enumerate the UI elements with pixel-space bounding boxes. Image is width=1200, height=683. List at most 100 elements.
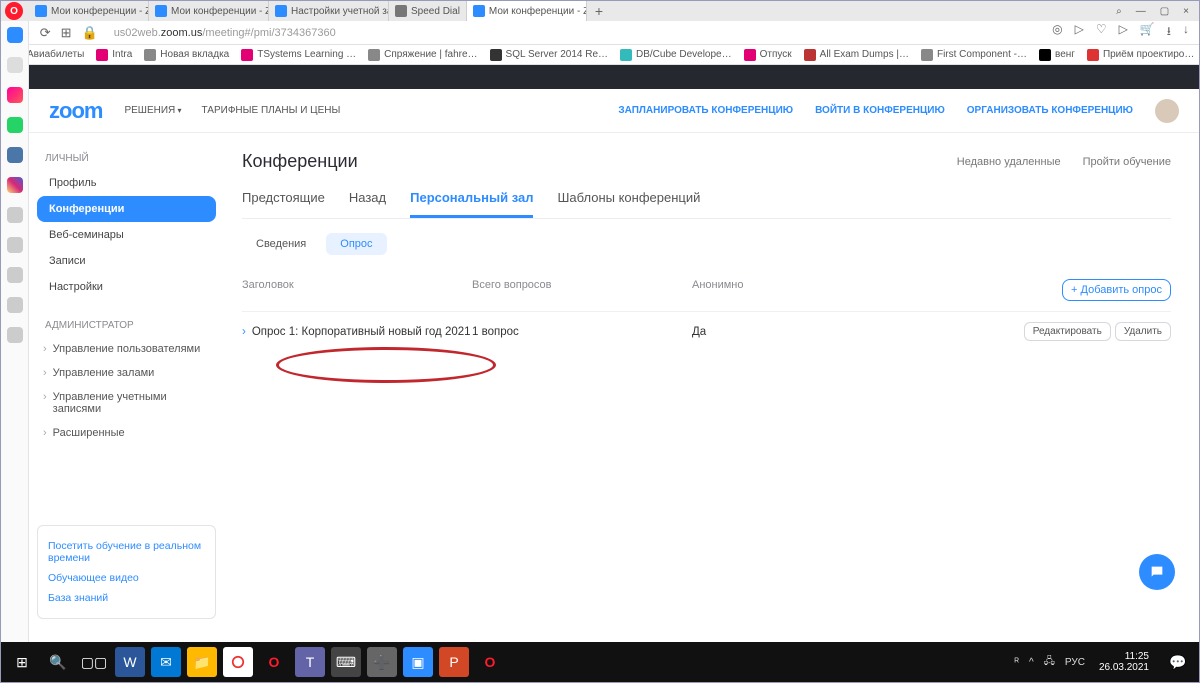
taskbar-app[interactable]: O (259, 647, 289, 677)
taskbar-app[interactable]: ➕ (367, 647, 397, 677)
chevron-up-icon[interactable]: ^ (1029, 657, 1034, 668)
search-icon[interactable]: ⌕ (1116, 6, 1122, 17)
add-poll-button[interactable]: + Добавить опрос (1062, 279, 1171, 301)
taskbar-app[interactable]: 📁 (187, 647, 217, 677)
browser-tab[interactable]: Мои конференции - Zoom× (29, 1, 149, 21)
bookmark[interactable]: Приём проектиро… (1087, 49, 1194, 61)
sidebar-item-settings[interactable]: Настройки (37, 274, 216, 300)
sidebar-admin-rooms[interactable]: Управление залами (37, 361, 216, 385)
cart-icon[interactable]: 🛒 (1140, 22, 1155, 43)
bookmark[interactable]: Отпуск (744, 49, 792, 61)
language-indicator[interactable]: РУС (1065, 657, 1085, 668)
sidebar-icon[interactable] (7, 297, 23, 313)
download-icon[interactable]: ↓ (1183, 22, 1189, 43)
instagram-icon[interactable] (7, 177, 23, 193)
search-button[interactable]: 🔍 (43, 647, 73, 677)
host-meeting-link[interactable]: ОРГАНИЗОВАТЬ КОНФЕРЕНЦИЮ (967, 105, 1133, 116)
join-meeting-link[interactable]: ВОЙТИ В КОНФЕРЕНЦИЮ (815, 105, 945, 116)
grid-icon[interactable]: ⊞ (61, 25, 72, 41)
bookmark[interactable]: Intra (96, 49, 132, 61)
sidebar-item-recordings[interactable]: Записи (37, 248, 216, 274)
bookmark[interactable]: венг (1039, 49, 1075, 61)
close-window-icon[interactable]: × (1183, 6, 1189, 17)
nav-solutions[interactable]: РЕШЕНИЯ (124, 105, 181, 116)
get-training-link[interactable]: Пройти обучение (1083, 156, 1171, 168)
zoom-logo[interactable]: zoom (49, 98, 102, 124)
sidebar-admin-account[interactable]: Управление учетными записями (37, 385, 216, 421)
taskbar-app[interactable]: ⌨ (331, 647, 361, 677)
clock[interactable]: 11:25 26.03.2021 (1091, 651, 1157, 673)
sidebar-icon[interactable] (7, 327, 23, 343)
opera-logo-icon: O (5, 2, 23, 20)
camera-icon[interactable]: ◎ (1052, 22, 1062, 43)
sidebar-admin-advanced[interactable]: Расширенные (37, 421, 216, 445)
subtab-poll[interactable]: Опрос (326, 233, 386, 255)
browser-tab[interactable]: Настройки учетной запи…× (269, 1, 389, 21)
nav-pricing[interactable]: ТАРИФНЫЕ ПЛАНЫ И ЦЕНЫ (202, 105, 341, 116)
maximize-icon[interactable]: ▢ (1160, 6, 1169, 17)
sidebar-icon[interactable] (7, 237, 23, 253)
sidebar-icon[interactable] (7, 207, 23, 223)
sidebar-admin-users[interactable]: Управление пользователями (37, 337, 216, 361)
tab-templates[interactable]: Шаблоны конференций (557, 190, 700, 218)
network-icon[interactable]: 🖧 (1044, 654, 1055, 671)
task-view-button[interactable]: ▢▢ (79, 647, 109, 677)
save-icon[interactable]: ⭳ (1167, 22, 1171, 43)
bookmark[interactable]: SQL Server 2014 Re… (490, 49, 608, 61)
taskbar-app[interactable] (223, 647, 253, 677)
help-fab[interactable] (1139, 554, 1175, 590)
browser-tab-strip: O Мои конференции - Zoom× Мои конференци… (1, 1, 1199, 21)
taskbar-app[interactable]: ▣ (403, 647, 433, 677)
zoom-top-bar (29, 65, 1199, 89)
taskbar-app[interactable]: ✉ (151, 647, 181, 677)
bookmark[interactable]: All Exam Dumps |… (804, 49, 909, 61)
bookmark[interactable]: Спряжение | fahre… (368, 49, 477, 61)
url-field[interactable]: us02web.zoom.us/meeting#/pmi/3734367360 (114, 27, 336, 39)
player-icon[interactable]: ▷ (1119, 22, 1128, 43)
vpn-icon[interactable]: ▷ (1075, 22, 1084, 43)
bookmark[interactable]: Новая вкладка (144, 49, 229, 61)
taskbar-app[interactable]: P (439, 647, 469, 677)
start-button[interactable]: ⊞ (7, 647, 37, 677)
help-link-kb[interactable]: База знаний (48, 588, 205, 608)
delete-poll-button[interactable]: Удалить (1115, 322, 1171, 341)
browser-tab-active[interactable]: Мои конференции - Zoom× (467, 1, 587, 21)
notifications-button[interactable]: 💬 (1163, 647, 1193, 677)
sidebar-item-profile[interactable]: Профиль (37, 170, 216, 196)
edit-poll-button[interactable]: Редактировать (1024, 322, 1111, 341)
sidebar: ЛИЧНЫЙ Профиль Конференции Веб-семинары … (29, 133, 224, 642)
reload-button[interactable]: ⟳ (40, 25, 51, 41)
sidebar-item-webinars[interactable]: Веб-семинары (37, 222, 216, 248)
avatar[interactable] (1155, 99, 1179, 123)
vk-icon[interactable] (7, 147, 23, 163)
recently-deleted-link[interactable]: Недавно удаленные (957, 156, 1061, 168)
browser-tab[interactable]: Мои конференции - Zoom× (149, 1, 269, 21)
bookmark[interactable]: DB/Cube Develope… (620, 49, 732, 61)
taskbar-app[interactable]: T (295, 647, 325, 677)
help-link-training[interactable]: Посетить обучение в реальном времени (48, 536, 205, 568)
minimize-icon[interactable]: — (1136, 6, 1146, 17)
chevron-right-icon[interactable]: › (242, 326, 246, 338)
taskbar-app[interactable]: O (475, 647, 505, 677)
tab-personal-room[interactable]: Персональный зал (410, 190, 533, 218)
heart-icon[interactable]: ♡ (1096, 22, 1107, 43)
bookmark[interactable]: First Component -… (921, 49, 1027, 61)
browser-tab[interactable]: Speed Dial (389, 1, 467, 21)
taskbar-app[interactable]: W (115, 647, 145, 677)
schedule-meeting-link[interactable]: ЗАПЛАНИРОВАТЬ КОНФЕРЕНЦИЮ (618, 105, 793, 116)
sidebar-icon[interactable] (7, 27, 23, 43)
poll-row[interactable]: › Опрос 1: Корпоративный новый год 2021 … (242, 311, 1171, 351)
bookmark[interactable]: TSystems Learning … (241, 49, 356, 61)
sidebar-item-meetings[interactable]: Конференции (37, 196, 216, 222)
sidebar-icon[interactable] (7, 57, 23, 73)
subtab-details[interactable]: Сведения (242, 233, 320, 255)
tab-upcoming[interactable]: Предстоящие (242, 190, 325, 218)
whatsapp-icon[interactable] (7, 117, 23, 133)
new-tab-button[interactable]: + (587, 3, 611, 19)
tray-icon[interactable]: ᴿ (1015, 657, 1020, 668)
system-tray[interactable]: ᴿ ^ 🖧 РУС (1015, 654, 1085, 671)
tab-previous[interactable]: Назад (349, 190, 386, 218)
help-link-video[interactable]: Обучающее видео (48, 568, 205, 588)
sidebar-icon[interactable] (7, 267, 23, 283)
messenger-icon[interactable] (7, 87, 23, 103)
